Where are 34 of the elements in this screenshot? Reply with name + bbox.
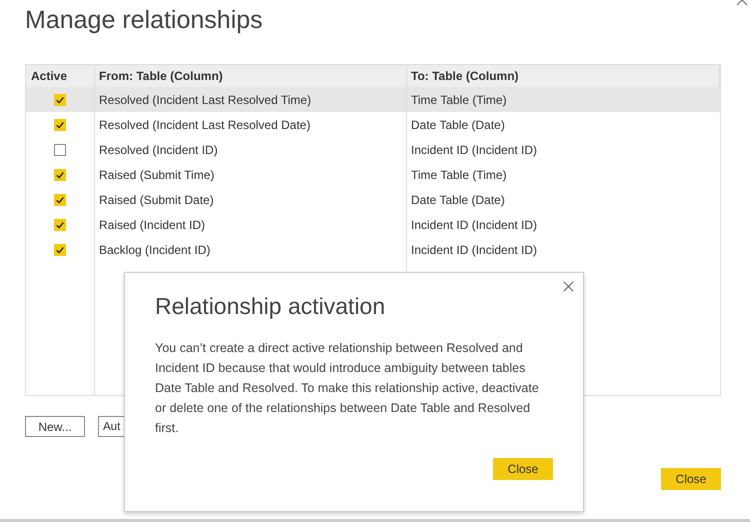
checkbox[interactable] xyxy=(54,118,66,130)
table-cell: Raised (Submit Time) xyxy=(99,168,214,182)
table-cell: Resolved (Incident Last Resolved Time) xyxy=(99,92,312,106)
table-row[interactable]: Resolved (Incident Last Resolved Date) Date Table (Date) xyxy=(26,112,720,137)
table-cell: Backlog (Incident ID) xyxy=(99,242,210,256)
table-row[interactable]: Raised (Incident ID) Incident ID (Incident ID) xyxy=(26,212,720,237)
dialog-message: You can’t create a direct active relationship between Resolved and Incident ID because that would introduce ambiguity between tables Date Table and Resolved. To make this relationship active, deactivate or delete one of the relationships between Date Table and Resolved first. xyxy=(155,340,540,437)
table-cell: Raised (Incident ID) xyxy=(99,218,206,232)
table-row[interactable]: Raised (Submit Date) Date Table (Date) xyxy=(26,187,720,212)
table-cell: Incident ID (Incident ID) xyxy=(411,218,538,232)
table-cell: Time Table (Time) xyxy=(411,168,507,182)
new-button[interactable]: New... xyxy=(25,416,85,437)
table-cell: Date Table (Date) xyxy=(411,192,505,206)
close-button[interactable]: Close xyxy=(661,468,721,490)
table-row[interactable]: Raised (Submit Time) Time Table (Time) xyxy=(26,162,720,187)
close-button[interactable]: Close xyxy=(493,458,553,480)
checkbox[interactable] xyxy=(54,194,66,206)
checkbox[interactable] xyxy=(54,218,66,230)
checkbox[interactable] xyxy=(54,168,66,180)
window-title: Manage relationships xyxy=(25,6,264,36)
table-row[interactable]: Resolved (Incident ID) Incident ID (Incident ID) xyxy=(26,137,720,162)
checkbox[interactable] xyxy=(54,94,66,106)
table-cell: Time Table (Time) xyxy=(411,92,507,106)
table-row[interactable]: Resolved (Incident Last Resolved Time) Time Table (Time) xyxy=(26,87,720,112)
checkbox[interactable] xyxy=(54,244,66,256)
checkbox[interactable] xyxy=(54,144,66,156)
table-cell: Incident ID (Incident ID) xyxy=(411,142,538,156)
table-row[interactable]: Backlog (Incident ID) Incident ID (Incident ID) xyxy=(26,237,720,262)
table-cell: Date Table (Date) xyxy=(411,118,505,132)
dialog-title: Relationship activation xyxy=(155,293,386,320)
table-cell: Resolved (Incident Last Resolved Date) xyxy=(99,118,310,132)
table-cell: Resolved (Incident ID) xyxy=(99,142,218,156)
table-cell: Incident ID (Incident ID) xyxy=(411,242,538,256)
table-cell: Raised (Submit Date) xyxy=(99,192,214,206)
